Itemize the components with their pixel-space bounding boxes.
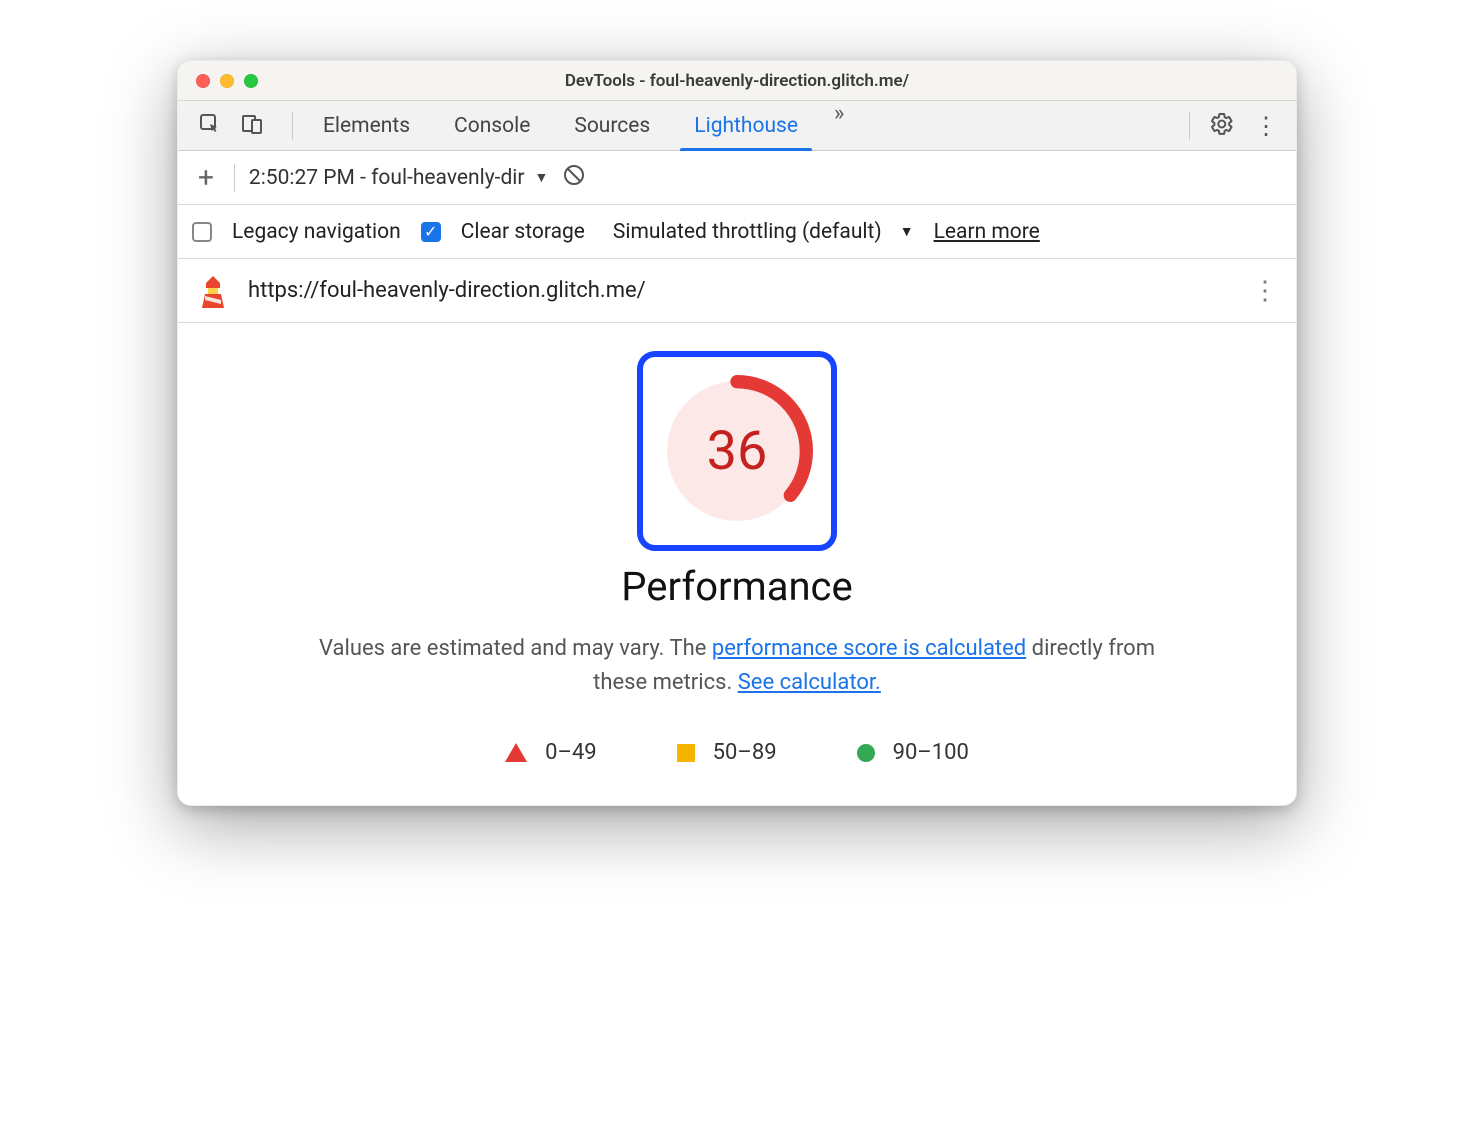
report-selector-label: 2:50:27 PM - foul-heavenly-dir xyxy=(249,166,525,190)
divider xyxy=(1189,112,1190,140)
tab-lighthouse[interactable]: Lighthouse xyxy=(672,101,820,150)
desc-text: Values are estimated and may vary. The xyxy=(319,636,712,661)
performance-score: 36 xyxy=(657,371,817,531)
clear-reports-icon[interactable] xyxy=(562,163,586,193)
performance-description: Values are estimated and may vary. The p… xyxy=(317,632,1157,700)
audited-url-row: https://foul-heavenly-direction.glitch.m… xyxy=(178,259,1296,323)
tab-console[interactable]: Console xyxy=(432,101,552,150)
report-menu-icon[interactable]: ⋮ xyxy=(1252,276,1278,306)
settings-icon[interactable] xyxy=(1210,112,1234,140)
score-legend: 0–49 50–89 90–100 xyxy=(198,740,1276,765)
more-menu-icon[interactable]: ⋮ xyxy=(1254,112,1278,140)
minimize-window-button[interactable] xyxy=(220,74,234,88)
new-report-button[interactable]: + xyxy=(192,161,220,194)
traffic-lights xyxy=(178,74,258,88)
legend-fail: 0–49 xyxy=(505,740,597,765)
legend-pass-range: 90–100 xyxy=(893,740,969,765)
tabs: Elements Console Sources Lighthouse » xyxy=(301,101,858,150)
audited-url: https://foul-heavenly-direction.glitch.m… xyxy=(248,278,1234,303)
performance-title: Performance xyxy=(198,563,1276,610)
lighthouse-icon xyxy=(196,274,230,308)
divider xyxy=(292,112,293,140)
throttling-selector[interactable]: Simulated throttling (default) ▼ xyxy=(613,220,914,244)
devtools-window: DevTools - foul-heavenly-direction.glitc… xyxy=(177,60,1297,806)
legacy-navigation-label: Legacy navigation xyxy=(232,220,401,244)
lighthouse-options: Legacy navigation ✓ Clear storage Simula… xyxy=(178,205,1296,259)
clear-storage-checkbox[interactable]: ✓ xyxy=(421,222,441,242)
learn-more-link[interactable]: Learn more xyxy=(934,220,1040,244)
triangle-icon xyxy=(505,743,527,762)
performance-gauge-highlight: 36 xyxy=(637,351,837,551)
legend-average-range: 50–89 xyxy=(713,740,777,765)
clear-storage-label: Clear storage xyxy=(461,220,585,244)
device-toolbar-icon[interactable] xyxy=(240,112,264,140)
window-title: DevTools - foul-heavenly-direction.glitc… xyxy=(178,71,1296,91)
legend-average: 50–89 xyxy=(677,740,777,765)
legacy-navigation-checkbox[interactable] xyxy=(192,222,212,242)
chevron-down-icon: ▼ xyxy=(900,223,914,240)
tab-sources[interactable]: Sources xyxy=(552,101,672,150)
lighthouse-toolbar: + 2:50:27 PM - foul-heavenly-dir ▼ xyxy=(178,151,1296,205)
square-icon xyxy=(677,744,695,762)
legend-fail-range: 0–49 xyxy=(545,740,597,765)
inspect-element-icon[interactable] xyxy=(198,112,222,140)
legend-pass: 90–100 xyxy=(857,740,969,765)
divider xyxy=(234,164,235,192)
close-window-button[interactable] xyxy=(196,74,210,88)
score-calculated-link[interactable]: performance score is calculated xyxy=(712,636,1026,661)
more-tabs-icon[interactable]: » xyxy=(820,101,858,150)
titlebar: DevTools - foul-heavenly-direction.glitc… xyxy=(178,61,1296,101)
zoom-window-button[interactable] xyxy=(244,74,258,88)
report-selector[interactable]: 2:50:27 PM - foul-heavenly-dir ▼ xyxy=(249,166,548,190)
performance-gauge[interactable]: 36 xyxy=(657,371,817,531)
tab-elements[interactable]: Elements xyxy=(301,101,432,150)
throttling-label: Simulated throttling (default) xyxy=(613,220,882,244)
see-calculator-link[interactable]: See calculator. xyxy=(738,670,881,695)
lighthouse-report: 36 Performance Values are estimated and … xyxy=(178,323,1296,805)
chevron-down-icon: ▼ xyxy=(535,169,549,186)
circle-icon xyxy=(857,744,875,762)
devtools-tabs-row: Elements Console Sources Lighthouse » ⋮ xyxy=(178,101,1296,151)
